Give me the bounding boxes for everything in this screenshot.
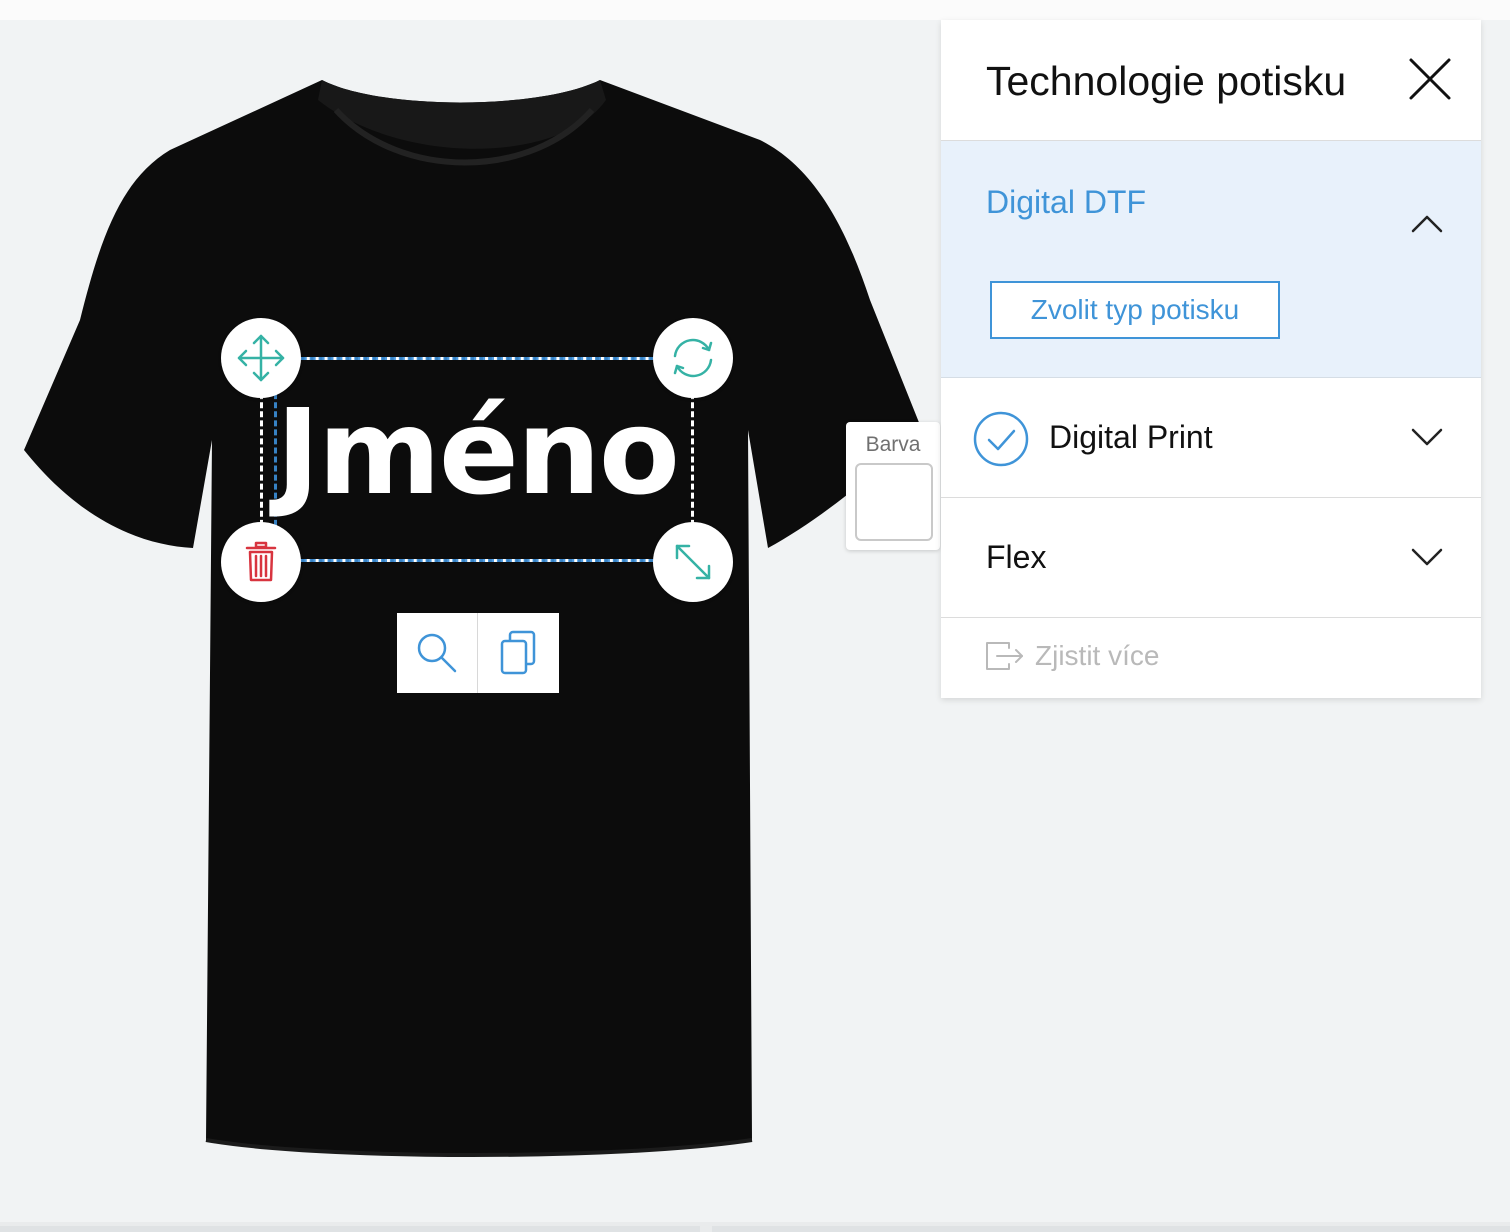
option-digital-print[interactable]: Digital Print	[941, 378, 1481, 498]
check-circle-icon	[973, 411, 1029, 467]
color-picker-label: Barva	[865, 433, 921, 456]
delete-handle[interactable]	[221, 522, 301, 602]
rotate-icon	[673, 338, 713, 378]
duplicate-icon	[500, 630, 536, 675]
top-bar	[0, 0, 1510, 20]
choose-print-type-button[interactable]: Zvolit typ potisku	[990, 281, 1280, 339]
duplicate-button[interactable]	[478, 613, 558, 693]
resize-handle[interactable]	[653, 522, 733, 602]
design-toolbar	[397, 613, 559, 693]
zoom-button[interactable]	[397, 613, 477, 693]
option-digital-print-label: Digital Print	[1049, 419, 1213, 455]
option-flex[interactable]: Flex	[941, 498, 1481, 618]
panel-title: Technologie potisku	[986, 58, 1347, 104]
learn-more-link[interactable]: Zjistit více	[941, 617, 1481, 698]
move-arrows-icon	[237, 334, 285, 382]
print-area[interactable]: Jméno	[260, 357, 694, 562]
color-swatch[interactable]	[855, 463, 933, 541]
color-picker: Barva	[846, 422, 940, 550]
chevron-down-icon[interactable]	[1411, 428, 1443, 448]
resize-diagonal-icon	[675, 544, 711, 580]
print-technology-panel: Technologie potisku Digital DTF Zvolit t…	[941, 20, 1481, 698]
zoom-icon	[417, 633, 457, 673]
panel-header: Technologie potisku	[941, 20, 1481, 141]
move-handle[interactable]	[221, 318, 301, 398]
option-flex-label: Flex	[986, 539, 1047, 575]
exit-arrow-icon	[986, 642, 1023, 670]
chevron-up-icon[interactable]	[1411, 213, 1443, 233]
bottom-bar	[0, 1222, 1510, 1232]
option-digital-dtf-label: Digital DTF	[986, 184, 1147, 220]
chevron-down-icon[interactable]	[1411, 548, 1443, 568]
close-icon[interactable]	[1407, 56, 1453, 102]
rotate-handle[interactable]	[653, 318, 733, 398]
option-digital-dtf[interactable]: Digital DTF Zvolit typ potisku	[941, 141, 1481, 378]
trash-icon	[245, 541, 277, 582]
learn-more-label: Zjistit více	[1035, 640, 1160, 671]
print-text[interactable]: Jméno	[260, 387, 694, 517]
